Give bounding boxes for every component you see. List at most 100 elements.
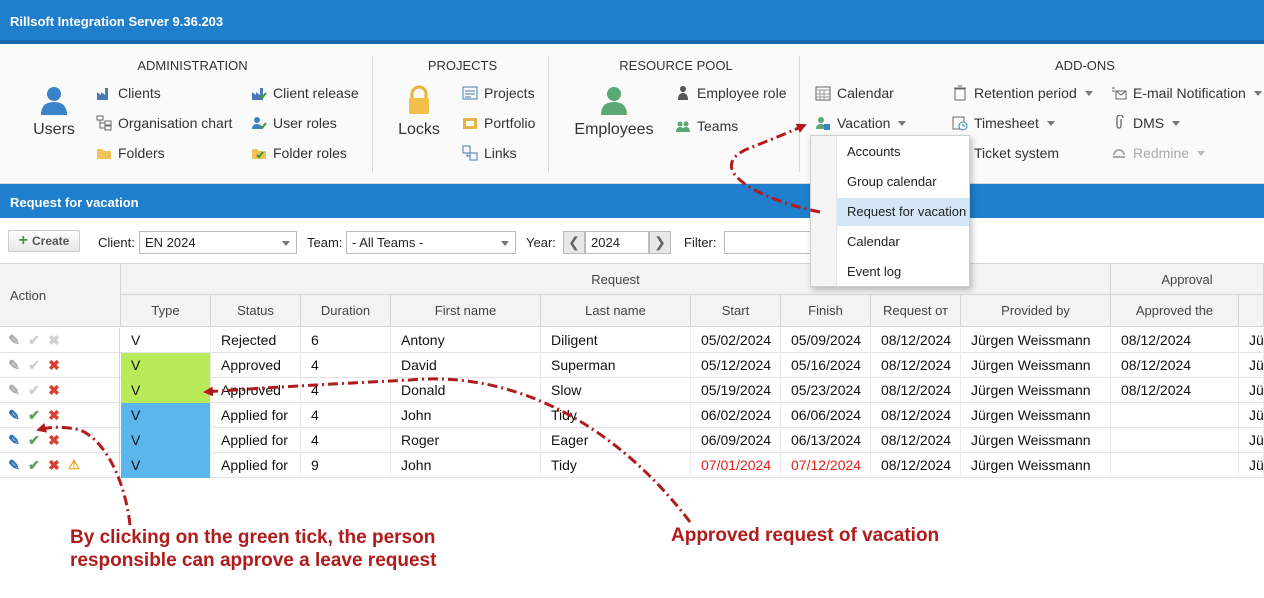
year-input[interactable]: 2024: [585, 231, 649, 254]
cell-finish: 05/16/2024: [781, 353, 871, 378]
locks-button[interactable]: Locks: [392, 84, 446, 139]
employees-label: Employees: [574, 121, 654, 138]
email-notification-icon: [1111, 85, 1127, 101]
ribbon-item-email-notification[interactable]: E-mail Notification: [1111, 83, 1262, 103]
users-button[interactable]: Users: [26, 84, 82, 139]
table-row[interactable]: ✎ ✔ ✖ V Rejected 6 Antony Diligent 05/02…: [0, 328, 1264, 353]
ribbon-item-links[interactable]: Links: [462, 143, 517, 163]
plus-icon: +: [18, 232, 28, 249]
table-row[interactable]: ✎ ✔ ✖ V Applied for 4 Roger Eager 06/09/…: [0, 428, 1264, 453]
approve-tick-icon[interactable]: ✔: [27, 358, 41, 372]
ribbon-item-ticket-system[interactable]: Ticket system: [974, 143, 1059, 163]
menu-item-accounts[interactable]: Accounts: [837, 138, 969, 166]
column-header-extra[interactable]: [1239, 295, 1264, 327]
ribbon-item-timesheet[interactable]: Timesheet: [952, 113, 1055, 133]
create-button[interactable]: + Create: [8, 230, 80, 252]
edit-icon[interactable]: ✎: [7, 408, 21, 422]
table-row[interactable]: ✎ ✔ ✖ V Approved 4 David Superman 05/12/…: [0, 353, 1264, 378]
table-row[interactable]: ✎ ✔ ✖ V Applied for 4 John Tidy 06/02/20…: [0, 403, 1264, 428]
column-header-last-name[interactable]: Last name: [541, 295, 691, 327]
column-header-action: Action: [0, 263, 121, 327]
menu-item-request-for-vacation[interactable]: Request for vacation: [837, 198, 969, 226]
ribbon-item-folder-roles[interactable]: Folder roles: [251, 143, 347, 163]
ribbon-item-projects[interactable]: Projects: [462, 83, 535, 103]
column-header-approved-the[interactable]: Approved the: [1111, 295, 1239, 327]
filter-input[interactable]: [724, 231, 824, 254]
ribbon-item-calendar[interactable]: Calendar: [815, 83, 894, 103]
reject-x-icon[interactable]: ✖: [47, 433, 61, 447]
column-header-duration[interactable]: Duration: [301, 295, 391, 327]
ribbon-item-label: Ticket system: [974, 145, 1060, 161]
menu-item-group-calendar[interactable]: Group calendar: [837, 168, 969, 196]
cell-status: Applied for: [211, 453, 301, 478]
chevron-down-icon: [1084, 90, 1093, 96]
reject-x-icon[interactable]: ✖: [47, 458, 61, 472]
menu-item-event-log[interactable]: Event log: [837, 258, 969, 286]
column-header-finish[interactable]: Finish: [781, 295, 871, 327]
ribbon-item-portfolio[interactable]: Portfolio: [462, 113, 535, 133]
ribbon-item-organisation-chart[interactable]: Organisation chart: [96, 113, 232, 133]
approve-tick-icon[interactable]: ✔: [27, 383, 41, 397]
cell-duration: 9: [301, 453, 391, 478]
ribbon-item-folders[interactable]: Folders: [96, 143, 165, 163]
menu-item-calendar[interactable]: Calendar: [837, 228, 969, 256]
column-header-first-name[interactable]: First name: [391, 295, 541, 327]
panel-header: Request for vacation: [0, 184, 1264, 218]
group-title-administration: ADMINISTRATION: [137, 58, 248, 73]
ribbon-item-client-release[interactable]: Client release: [251, 83, 359, 103]
ribbon-item-employee-role[interactable]: Employee role: [675, 83, 787, 103]
cell-first-name: Donald: [391, 378, 541, 403]
ribbon-item-retention-period[interactable]: Retention period: [952, 83, 1093, 103]
edit-icon[interactable]: ✎: [7, 333, 21, 347]
ribbon-item-user-roles[interactable]: User roles: [251, 113, 337, 133]
column-header-provided-by[interactable]: Provided by: [961, 295, 1111, 327]
column-header-status[interactable]: Status: [211, 295, 301, 327]
team-select[interactable]: - All Teams -: [346, 231, 516, 254]
edit-icon[interactable]: ✎: [7, 458, 21, 472]
reject-x-icon[interactable]: ✖: [47, 383, 61, 397]
year-label: Year:: [526, 235, 556, 250]
employee-icon: [601, 87, 627, 115]
reject-x-icon[interactable]: ✖: [47, 333, 61, 347]
employees-button[interactable]: Employees: [570, 84, 658, 139]
ribbon-item-clients[interactable]: Clients: [96, 83, 161, 103]
ribbon-item-dms[interactable]: DMS: [1111, 113, 1181, 133]
approve-tick-icon[interactable]: ✔: [27, 433, 41, 447]
cell-extra: Jü: [1239, 378, 1264, 403]
edit-icon[interactable]: ✎: [7, 383, 21, 397]
chevron-down-icon: [1172, 120, 1181, 126]
approve-tick-icon[interactable]: ✔: [27, 458, 41, 472]
approve-tick-icon[interactable]: ✔: [27, 408, 41, 422]
table-row[interactable]: ✎ ✔ ✖ ⚠ V Applied for 9 John Tidy 07/01/…: [0, 453, 1264, 478]
cell-finish: 05/23/2024: [781, 378, 871, 403]
year-prev-button[interactable]: ❮: [563, 231, 585, 254]
cell-duration: 4: [301, 353, 391, 378]
cell-start: 07/01/2024: [691, 453, 781, 478]
column-header-type[interactable]: Type: [121, 295, 211, 327]
annotation-approved-request: Approved request of vacation: [671, 525, 940, 546]
ribbon-item-teams[interactable]: Teams: [675, 116, 738, 136]
client-select[interactable]: EN 2024: [139, 231, 297, 254]
approve-tick-icon[interactable]: ✔: [27, 333, 41, 347]
column-header-request-date[interactable]: Request от: [871, 295, 961, 327]
cell-last-name: Tidy: [541, 453, 691, 478]
ribbon-item-label: Clients: [118, 85, 161, 101]
year-next-button[interactable]: ❯: [649, 231, 671, 254]
ribbon-item-redmine[interactable]: Redmine: [1111, 143, 1206, 163]
cell-provided-by: Jürgen Weissmann: [961, 403, 1111, 428]
chevron-down-icon: [1046, 120, 1055, 126]
reject-x-icon[interactable]: ✖: [47, 408, 61, 422]
edit-icon[interactable]: ✎: [7, 358, 21, 372]
cell-request-date: 08/12/2024: [871, 453, 961, 478]
table-row[interactable]: ✎ ✔ ✖ V Approved 4 Donald Slow 05/19/202…: [0, 378, 1264, 403]
edit-icon[interactable]: ✎: [7, 433, 21, 447]
ribbon-item-label: Calendar: [837, 85, 894, 101]
reject-x-icon[interactable]: ✖: [47, 358, 61, 372]
ribbon-item-label: Folder roles: [273, 145, 347, 161]
cell-approved-the: [1111, 403, 1239, 428]
cell-status: Approved: [211, 378, 301, 403]
ribbon-item-vacation[interactable]: Vacation: [815, 113, 907, 133]
annotation-green-tick: By clicking on the green tick, the perso…: [70, 527, 437, 571]
column-header-start[interactable]: Start: [691, 295, 781, 327]
chevron-down-icon: [1197, 150, 1206, 156]
